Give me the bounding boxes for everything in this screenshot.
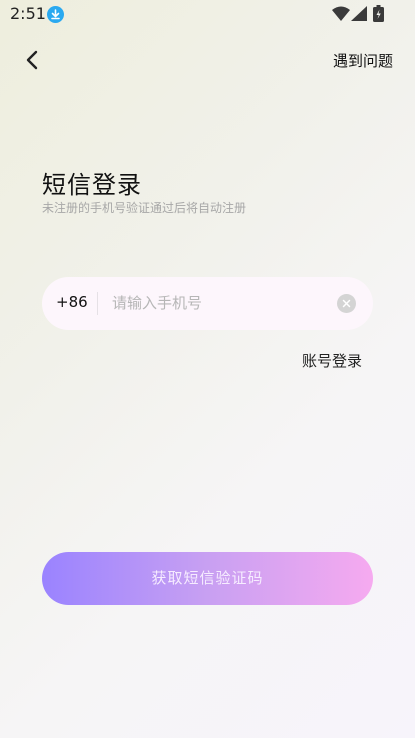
help-link[interactable]: 遇到问题 <box>333 50 393 71</box>
page-title: 短信登录 <box>42 171 142 199</box>
status-time: 2:51 <box>10 4 46 23</box>
page-subtitle: 未注册的手机号验证通过后将自动注册 <box>42 201 247 215</box>
signal-icon <box>351 6 367 25</box>
clear-icon <box>342 299 351 308</box>
input-divider <box>97 292 98 315</box>
clear-button[interactable] <box>337 294 356 313</box>
back-arrow-icon <box>26 50 38 70</box>
battery-icon <box>373 5 384 26</box>
phone-input[interactable] <box>112 289 327 317</box>
country-code-selector[interactable]: +86 <box>56 293 88 311</box>
download-icon <box>47 6 64 23</box>
wifi-icon <box>332 6 350 25</box>
phone-input-container: +86 <box>42 277 373 330</box>
back-button[interactable] <box>18 46 46 74</box>
status-bar: 2:51 <box>0 0 415 28</box>
account-login-link[interactable]: 账号登录 <box>302 350 362 371</box>
get-sms-code-button[interactable]: 获取短信验证码 <box>42 552 373 605</box>
